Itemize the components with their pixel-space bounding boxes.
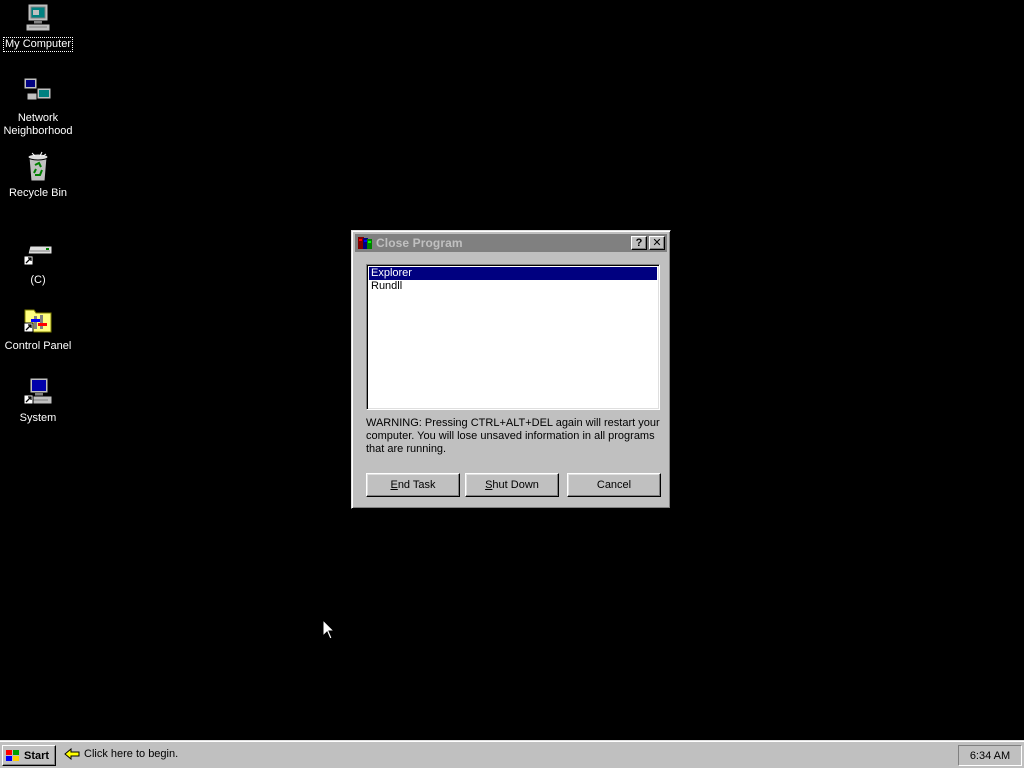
taskbar: Start Click here to begin. 6:34 AM [0, 740, 1024, 768]
start-button[interactable]: Start [2, 745, 56, 766]
desktop-icon-recycle-bin[interactable]: Recycle Bin [0, 151, 76, 200]
cancel-button[interactable]: Cancel [567, 473, 661, 497]
task-list-item-label: Rundll [371, 280, 403, 292]
help-button[interactable]: ? [631, 236, 647, 250]
windows-logo-icon [6, 749, 19, 761]
control-panel-shortcut-icon [23, 309, 52, 333]
end-task-mnemonic: E [390, 479, 398, 491]
arrow-left-icon [64, 748, 80, 760]
dialog-titlebar[interactable]: Close Program ? ✕ [355, 234, 667, 252]
desktop-icon-control-panel[interactable]: Control Panel [0, 304, 76, 353]
close-program-app-icon [358, 237, 372, 249]
click-here-hint[interactable]: Click here to begin. [64, 748, 178, 760]
desktop-icon-drive-c[interactable]: (C) [0, 238, 76, 287]
end-task-label: nd Task [397, 479, 436, 491]
desktop-icon-label: System [19, 412, 57, 424]
shut-down-label: hut Down [492, 479, 539, 491]
system-tray-clock[interactable]: 6:34 AM [958, 745, 1022, 766]
my-computer-icon [25, 3, 51, 32]
desktop-icon-my-computer[interactable]: My Computer [0, 2, 76, 52]
shut-down-button[interactable]: Shut Down [465, 473, 559, 497]
dialog-title: Close Program [376, 236, 463, 250]
cancel-label: Cancel [596, 479, 632, 491]
clock-text: 6:34 AM [969, 749, 1011, 762]
close-program-dialog: Close Program ? ✕ Explorer Rundll WARNIN… [351, 230, 671, 509]
end-task-button[interactable]: End Task [366, 473, 460, 497]
desktop-icon-label: (C) [30, 274, 46, 286]
system-shortcut-icon [23, 377, 53, 405]
shut-down-mnemonic: S [485, 479, 493, 491]
drive-c-shortcut-icon [23, 245, 53, 266]
task-list[interactable]: Explorer Rundll [366, 264, 660, 410]
desktop-icon-label: My Computer [2, 37, 74, 52]
task-list-item-rundll[interactable]: Rundll [369, 280, 657, 293]
start-label: Start [24, 749, 50, 762]
mouse-cursor-icon [322, 619, 336, 640]
desktop-icon-label: Control Panel [4, 340, 72, 352]
network-neighborhood-icon [23, 77, 52, 105]
desktop-icon-label: Recycle Bin [8, 187, 68, 199]
desktop-icon-label: Network Neighborhood [3, 112, 73, 137]
task-list-item-explorer[interactable]: Explorer [369, 267, 657, 280]
close-icon: ✕ [652, 236, 662, 249]
desktop-icon-network-neighborhood[interactable]: Network Neighborhood [0, 76, 76, 138]
hint-text: Click here to begin. [84, 748, 179, 760]
close-button[interactable]: ✕ [649, 236, 665, 250]
warning-text: WARNING: Pressing CTRL+ALT+DEL again wil… [366, 417, 660, 455]
task-list-item-label: Explorer [371, 267, 412, 279]
recycle-bin-icon [27, 151, 49, 182]
help-icon: ? [635, 236, 643, 249]
desktop-icon-system[interactable]: System [0, 376, 76, 425]
